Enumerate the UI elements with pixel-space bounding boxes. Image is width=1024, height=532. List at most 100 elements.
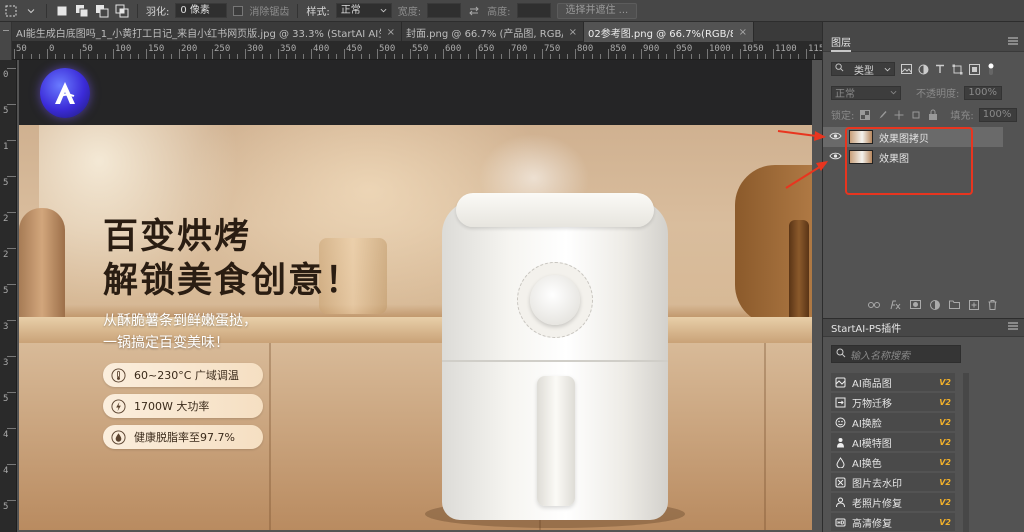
plugin-item-recolor[interactable]: AI换色 V2 xyxy=(831,453,955,471)
smart-object-filter-icon[interactable] xyxy=(968,63,980,75)
ruler-minor-tick xyxy=(525,54,527,59)
opacity-input[interactable]: 100% xyxy=(964,85,1003,100)
ruler-minor-tick xyxy=(426,54,428,59)
layer-style-icon[interactable] xyxy=(889,300,901,313)
antialias-checkbox[interactable] xyxy=(233,5,244,16)
divider xyxy=(46,3,47,18)
lock-position-icon[interactable] xyxy=(893,109,905,121)
air-fryer-basket-seam xyxy=(442,360,668,362)
ruler-minor-tick xyxy=(418,54,420,59)
eye-icon[interactable] xyxy=(829,131,843,143)
version-badge: V2 xyxy=(939,517,951,527)
shape-filter-icon[interactable] xyxy=(951,63,963,75)
add-selection-icon[interactable] xyxy=(75,4,89,18)
image-filter-icon[interactable] xyxy=(900,63,912,75)
canvas-area[interactable]: 百变烘烤 解锁美食创意！ 从酥脆薯条到鲜嫩蛋挞， 一锅搞定百变美味！ 60~23… xyxy=(17,60,822,532)
power-icon xyxy=(111,398,126,414)
plugin-search-box[interactable]: 输入名称搜索 xyxy=(831,345,961,363)
document-artwork[interactable]: 百变烘烤 解锁美食创意！ 从酥脆薯条到鲜嫩蛋挞， 一锅搞定百变美味！ 60~23… xyxy=(19,60,812,530)
ruler-tick xyxy=(7,176,16,177)
doc-tab-3[interactable]: 02参考图.png @ 66.7%(RGB/8#) * × xyxy=(584,22,754,42)
blend-mode-select[interactable]: 正常 xyxy=(831,85,901,100)
plugin-item-label: 老照片修复 xyxy=(852,498,902,510)
ruler-tick-label: 1 xyxy=(3,142,9,152)
panel-dock-strip xyxy=(822,22,1024,34)
ruler-tick-label: 2 xyxy=(3,250,9,260)
version-badge: V2 xyxy=(939,417,951,427)
plugin-item-product[interactable]: AI商品图 V2 xyxy=(831,373,955,391)
ruler-minor-tick xyxy=(500,54,502,59)
tool-handle[interactable] xyxy=(3,30,9,31)
plugin-item-hd-restore[interactable]: 高清修复 V2 xyxy=(831,513,955,531)
swap-icon[interactable] xyxy=(467,4,481,18)
transfer-icon xyxy=(835,397,846,408)
ruler-tick xyxy=(410,49,411,59)
plugin-item-transfer[interactable]: 万物迁移 V2 xyxy=(831,393,955,411)
air-fryer-dial xyxy=(530,275,580,325)
close-icon[interactable]: × xyxy=(739,27,747,38)
options-bar: 羽化: 0 像素 消除锯齿 样式: 正常 宽度: 高度: 选择并遮住 ... xyxy=(0,0,1024,22)
lock-all-icon[interactable] xyxy=(927,109,939,121)
ruler-tick xyxy=(707,49,708,59)
feather-input[interactable]: 0 像素 xyxy=(175,3,228,18)
type-filter-icon[interactable] xyxy=(934,63,946,75)
height-input[interactable] xyxy=(516,3,551,18)
plugin-item-photo-restore[interactable]: 老照片修复 V2 xyxy=(831,493,955,511)
panel-menu-icon[interactable] xyxy=(1008,322,1018,333)
search-icon xyxy=(835,63,844,75)
new-selection-icon[interactable] xyxy=(55,4,69,18)
doc-tab-2[interactable]: 封面.png @ 66.7% (产品图, RGB/8#) * × xyxy=(402,22,584,42)
marquee-tool-icon[interactable] xyxy=(4,4,18,18)
doc-tab-1[interactable]: AI能生成白底图吗_1_小黄打工日记_来自小红书网页版.jpg @ 33.3% … xyxy=(12,22,402,42)
chevron-down-icon xyxy=(380,8,387,13)
layer-kind-filter[interactable]: 类型 xyxy=(831,62,895,77)
width-input[interactable] xyxy=(427,3,462,18)
hero-title-line2: 解锁美食创意！ xyxy=(103,261,363,301)
recolor-icon xyxy=(835,456,846,468)
ruler-tick-label: 150 xyxy=(148,44,165,54)
ruler-tick-label: 250 xyxy=(214,44,231,54)
version-badge: V2 xyxy=(939,477,951,487)
plugin-scrollbar[interactable] xyxy=(963,373,969,532)
hero-subtitle-line2: 一锅搞定百变美味！ xyxy=(103,335,229,351)
adjustment-filter-icon[interactable] xyxy=(917,63,929,75)
ruler-tick-label: 350 xyxy=(280,44,297,54)
intersect-selection-icon[interactable] xyxy=(115,4,129,18)
new-group-icon[interactable] xyxy=(949,300,960,312)
panel-menu-icon[interactable] xyxy=(1008,37,1018,48)
select-and-mask-button[interactable]: 选择并遮住 ... xyxy=(556,2,638,19)
delete-layer-icon[interactable] xyxy=(988,299,997,313)
lock-artboard-icon[interactable] xyxy=(910,109,922,121)
adjustment-layer-icon[interactable] xyxy=(930,299,940,313)
new-layer-icon[interactable] xyxy=(969,299,979,313)
ruler-minor-tick xyxy=(591,54,593,59)
air-fryer-lid xyxy=(456,193,654,227)
link-layers-icon[interactable] xyxy=(868,301,880,312)
style-select[interactable]: 正常 xyxy=(335,3,392,18)
plugin-tab[interactable]: StartAI-PS插件 xyxy=(831,320,901,335)
ruler-tick-label: 3 xyxy=(3,358,9,368)
fill-input[interactable]: 100% xyxy=(978,107,1017,122)
photo-restore-icon xyxy=(835,497,846,508)
eye-icon[interactable] xyxy=(829,151,843,163)
add-mask-icon[interactable] xyxy=(910,300,921,312)
ruler-minor-tick xyxy=(319,54,321,59)
ruler-minor-tick xyxy=(797,54,799,59)
chevron-down-icon[interactable] xyxy=(24,4,38,18)
lock-brush-icon[interactable] xyxy=(876,109,888,121)
layers-tab[interactable]: 图层 xyxy=(831,34,851,52)
close-icon[interactable]: × xyxy=(569,27,577,38)
filter-toggle-icon[interactable] xyxy=(985,63,997,75)
ruler-tick xyxy=(146,49,147,59)
ruler-tick xyxy=(7,284,16,285)
artwork-top-band xyxy=(19,60,812,125)
ruler-minor-tick xyxy=(583,54,585,59)
subtract-selection-icon[interactable] xyxy=(95,4,109,18)
plugin-item-model[interactable]: AI模特图 V2 xyxy=(831,433,955,451)
ruler-tick xyxy=(7,392,16,393)
lock-transparency-icon[interactable] xyxy=(859,109,871,121)
ruler-minor-tick xyxy=(261,54,263,59)
plugin-item-watermark-remove[interactable]: 图片去水印 V2 xyxy=(831,473,955,491)
close-icon[interactable]: × xyxy=(387,27,395,38)
plugin-item-face-swap[interactable]: AI换脸 V2 xyxy=(831,413,955,431)
